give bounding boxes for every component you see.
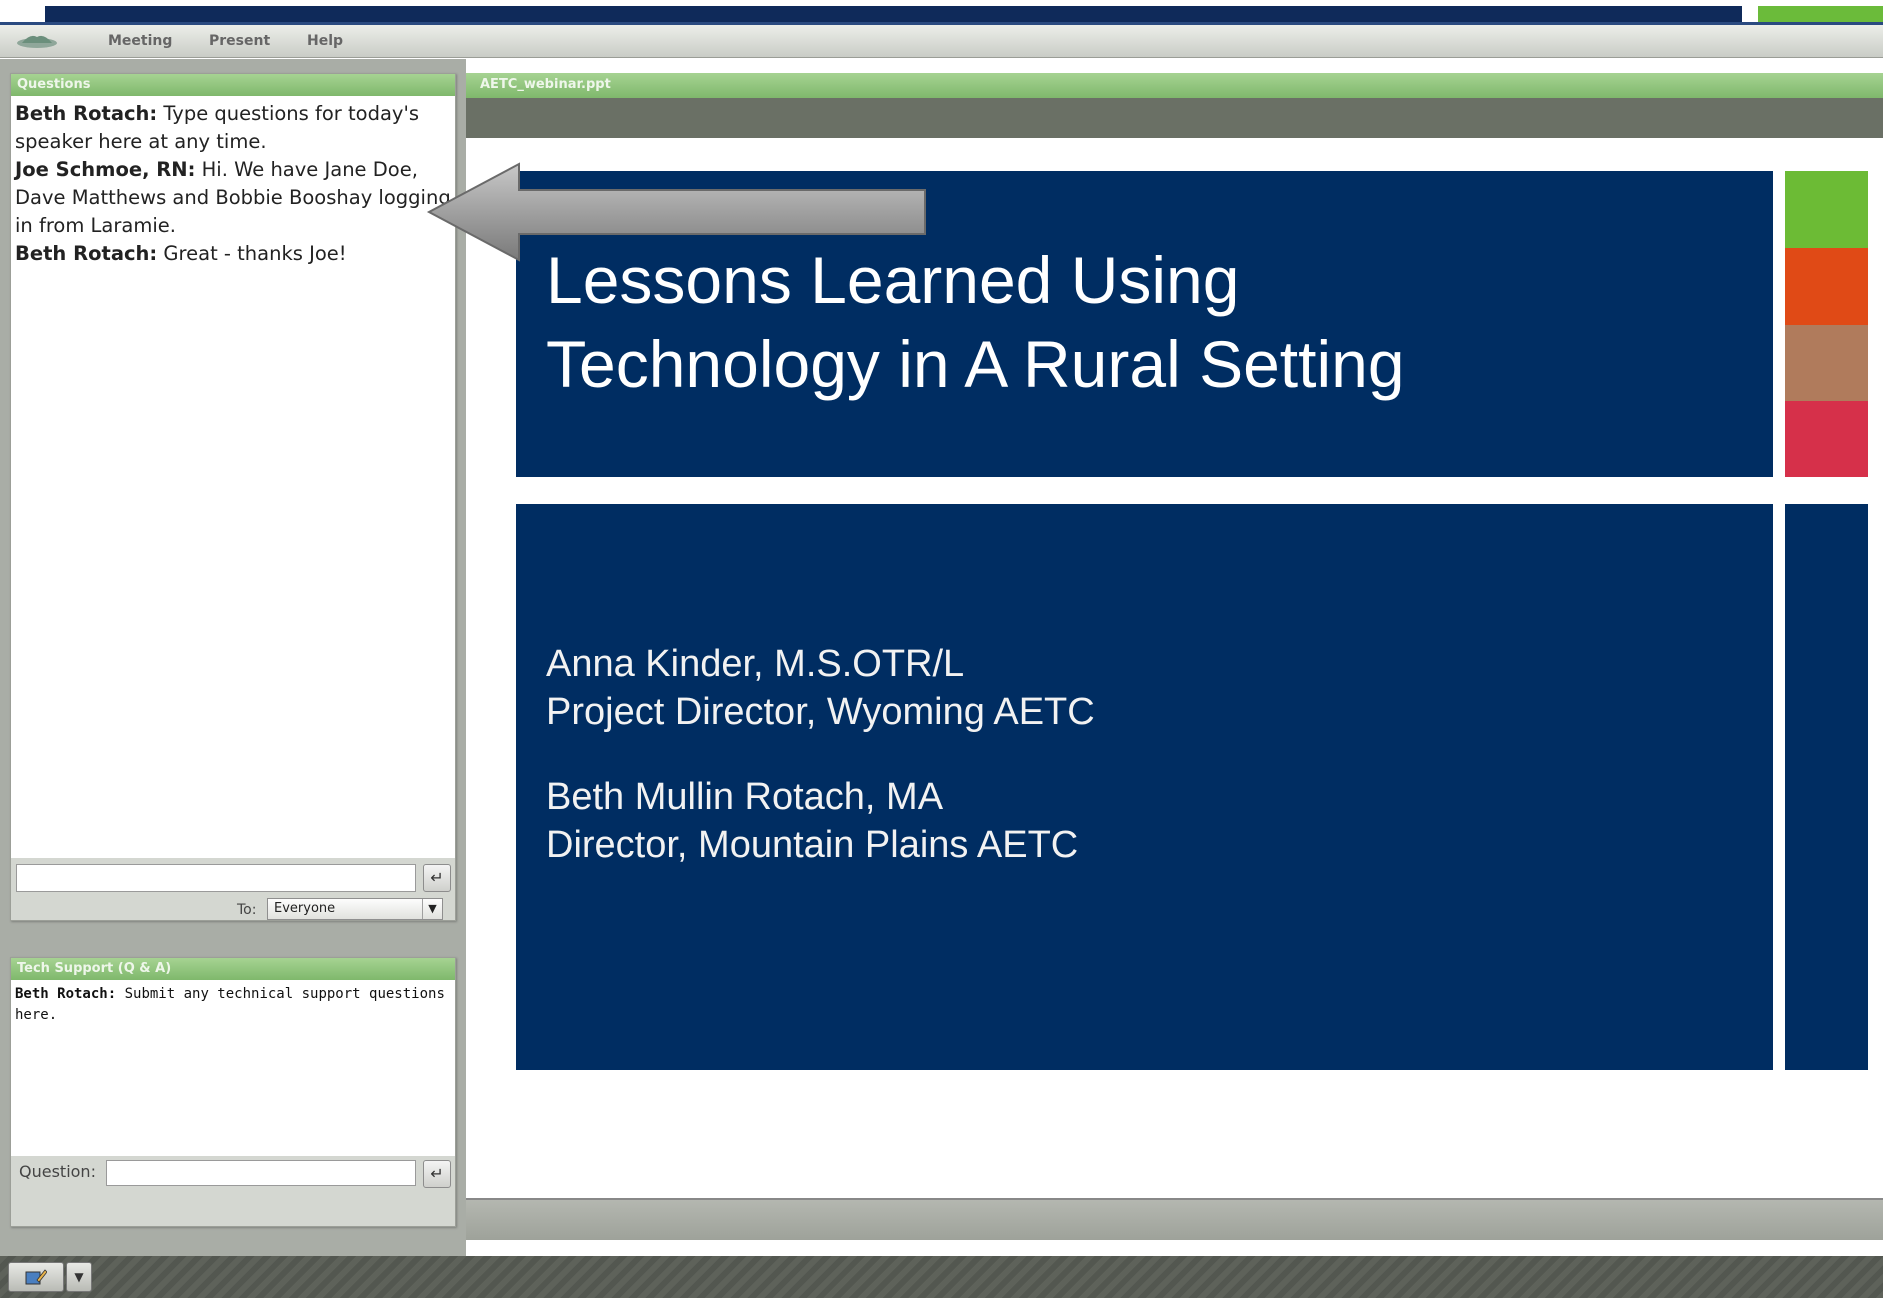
menu-help[interactable]: Help bbox=[307, 33, 343, 49]
message-author: Joe Schmoe, RN: bbox=[15, 158, 196, 181]
annotation-arrow-icon bbox=[426, 162, 926, 262]
presentation-footer bbox=[466, 1198, 1883, 1240]
message-author: Beth Rotach: bbox=[15, 986, 117, 1002]
accent-stripe bbox=[1785, 171, 1868, 248]
pencil-icon bbox=[25, 1269, 48, 1285]
accent-stripe bbox=[1785, 325, 1868, 401]
tech-question-label: Question: bbox=[19, 1162, 96, 1181]
send-tech-question-button[interactable]: ↵ bbox=[423, 1160, 451, 1188]
presenter-name: Beth Mullin Rotach, MA bbox=[546, 776, 944, 818]
presenter-2: Beth Mullin Rotach, MA Director, Mountai… bbox=[546, 773, 1446, 869]
message-author: Beth Rotach: bbox=[15, 102, 158, 125]
status-tool-dropdown[interactable]: ▼ bbox=[66, 1262, 92, 1292]
recipient-label: To: bbox=[237, 902, 257, 918]
app-logo-icon[interactable] bbox=[14, 31, 60, 51]
chevron-down-icon: ▼ bbox=[74, 1270, 84, 1284]
questions-panel: Questions Beth Rotach: Type questions fo… bbox=[10, 73, 456, 921]
tech-support-panel-title: Tech Support (Q & A) bbox=[11, 958, 455, 980]
tech-question-input[interactable] bbox=[106, 1160, 416, 1186]
top-banner-blue bbox=[45, 6, 1742, 22]
menu-bar: Meeting Present Help bbox=[0, 25, 1883, 58]
presenter-role: Director, Mountain Plains AETC bbox=[546, 824, 1079, 866]
chevron-down-icon[interactable]: ▼ bbox=[422, 899, 442, 919]
slide-title-line: Technology in A Rural Setting bbox=[546, 327, 1405, 401]
tech-support-message-list: Beth Rotach: Submit any technical suppor… bbox=[11, 980, 455, 1156]
questions-panel-title: Questions bbox=[11, 74, 455, 96]
top-banner-green bbox=[1758, 6, 1883, 22]
recipient-selected-value: Everyone bbox=[274, 901, 336, 916]
enter-icon: ↵ bbox=[430, 868, 444, 887]
chat-message: Beth Rotach: Great - thanks Joe! bbox=[15, 240, 451, 268]
status-tool-button[interactable] bbox=[8, 1262, 64, 1292]
chat-message: Beth Rotach: Submit any technical suppor… bbox=[15, 984, 451, 1026]
chat-message: Beth Rotach: Type questions for today's … bbox=[15, 100, 451, 156]
chat-message: Joe Schmoe, RN: Hi. We have Jane Doe, Da… bbox=[15, 156, 451, 240]
question-input[interactable] bbox=[16, 864, 416, 892]
slide-side-block bbox=[1785, 504, 1868, 1070]
recipient-select[interactable]: Everyone ▼ bbox=[267, 898, 443, 920]
presentation-toolbar bbox=[466, 98, 1883, 138]
accent-stripe bbox=[1785, 401, 1868, 477]
send-question-button[interactable]: ↵ bbox=[423, 864, 451, 892]
presenter-role: Project Director, Wyoming AETC bbox=[546, 691, 1095, 733]
message-author: Beth Rotach: bbox=[15, 242, 158, 265]
presenter-1: Anna Kinder, M.S.OTR/L Project Director,… bbox=[546, 640, 1446, 736]
menu-present[interactable]: Present bbox=[209, 33, 270, 49]
presentation-file-title: AETC_webinar.ppt bbox=[466, 73, 1883, 98]
accent-stripe bbox=[1785, 248, 1868, 325]
presenter-name: Anna Kinder, M.S.OTR/L bbox=[546, 643, 965, 685]
menu-meeting[interactable]: Meeting bbox=[108, 33, 172, 49]
message-text: Great - thanks Joe! bbox=[157, 242, 347, 265]
tech-support-panel: Tech Support (Q & A) Beth Rotach: Submit… bbox=[10, 957, 456, 1227]
questions-message-list: Beth Rotach: Type questions for today's … bbox=[11, 96, 455, 858]
status-bar bbox=[0, 1256, 1883, 1298]
enter-icon: ↵ bbox=[430, 1164, 444, 1183]
